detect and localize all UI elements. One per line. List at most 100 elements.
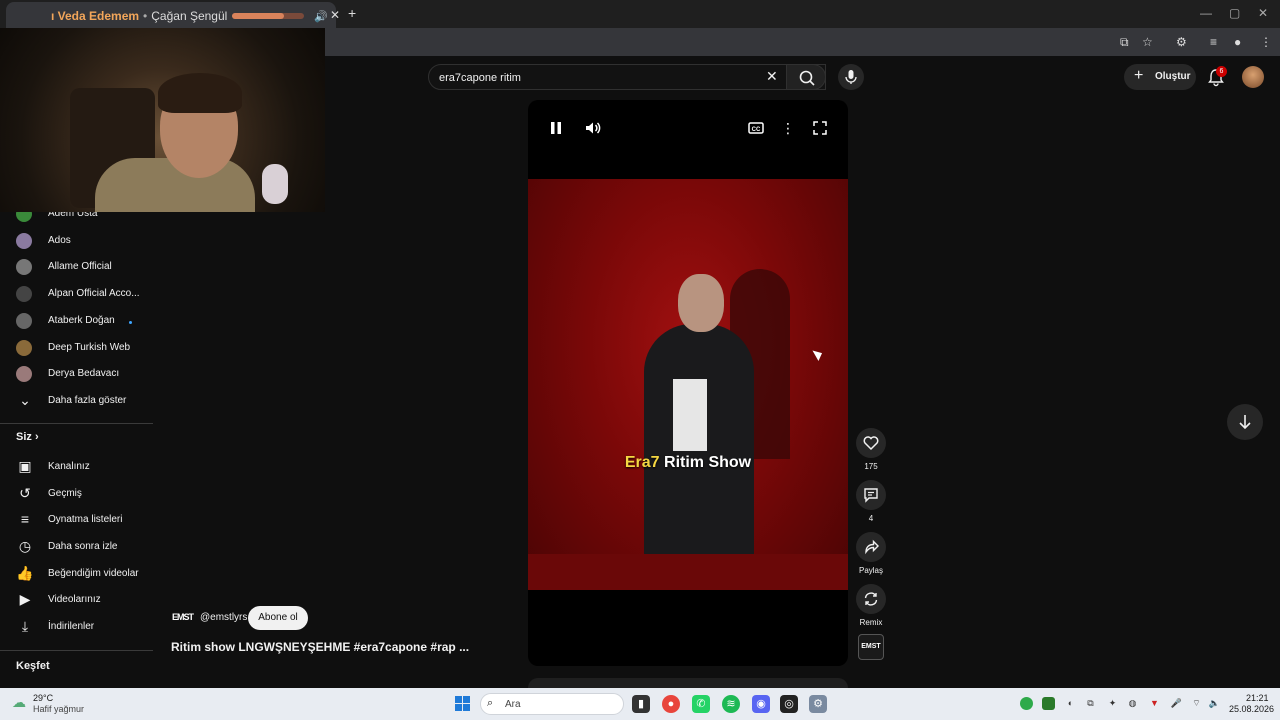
weather-description[interactable]: Hafif yağmur (33, 704, 84, 714)
tray-volume-icon[interactable]: 🔈 (1208, 697, 1221, 710)
comments-button[interactable] (856, 480, 886, 510)
browser-tab-active[interactable]: ı Veda Edemem • Çağan Şengül 🔊 ✕ (6, 2, 340, 28)
sidebar-subscription-item[interactable]: Deep Turkish Web (0, 336, 153, 362)
speaker-icon[interactable]: 🔊 (314, 10, 328, 23)
sidebar-item[interactable]: ▣ Kanalınız (0, 455, 153, 481)
create-label: Oluştur (1155, 71, 1191, 82)
sound-thumbnail[interactable]: EMST (858, 634, 884, 660)
channel-handle[interactable]: @emstlyrs (200, 612, 247, 623)
sidebar-item[interactable]: 👍 Beğendiğim videolar (0, 562, 153, 588)
weather-icon[interactable]: ☁ (12, 694, 30, 710)
closed-captions-icon[interactable]: CC (746, 118, 766, 138)
sidebar-item-label: Oynatma listeleri (48, 514, 123, 526)
clock-date[interactable]: 25.08.2026 (1229, 704, 1274, 714)
spotify-icon[interactable]: ≋ (722, 695, 740, 713)
windows-start-icon[interactable] (455, 696, 471, 712)
tray-app-icon[interactable]: ◐ (1064, 697, 1077, 710)
sidebar-item-label: İndirilenler (48, 621, 95, 633)
next-video-button[interactable] (1227, 404, 1263, 440)
video-frame[interactable]: Era7 Ritim Show (528, 179, 848, 590)
extensions-icon[interactable]: ⚙ (1176, 35, 1187, 49)
weather-temperature[interactable]: 29°C (33, 693, 53, 703)
tray-antivirus-icon[interactable]: ▼ (1148, 697, 1161, 710)
sidebar-item-label: Deep Turkish Web (48, 341, 131, 353)
sidebar-subscription-item[interactable]: Derya Bedavacı (0, 362, 153, 388)
install-app-icon[interactable]: ⧉ (1120, 35, 1129, 50)
channel-logo[interactable]: EMST (172, 612, 194, 626)
settings-icon[interactable]: ⚙ (809, 695, 827, 713)
sidebar-subscription-item[interactable]: Alpan Official Acco... (0, 282, 153, 308)
discord-icon[interactable]: ◉ (752, 695, 770, 713)
sidebar-item[interactable]: ◷ Daha sonra izle (0, 535, 153, 561)
tray-wifi-icon[interactable]: ⌔ (1190, 697, 1203, 710)
browser-menu-icon[interactable]: ⋮ (1260, 35, 1272, 49)
tray-steam-icon[interactable]: ◍ (1126, 697, 1139, 710)
task-view-icon[interactable]: ▮ (632, 695, 650, 713)
window-restore-button[interactable]: ▢ (1229, 6, 1240, 20)
tray-network-app-icon[interactable]: ⧉ (1084, 697, 1097, 710)
window-minimize-button[interactable]: — (1200, 6, 1212, 20)
remix-icon (864, 592, 878, 606)
tab-close-button[interactable]: ✕ (330, 8, 340, 22)
taskbar-search[interactable]: ⌕ Ara (480, 693, 624, 715)
channel-avatar (16, 366, 32, 383)
sidebar-item[interactable]: ⤓ İndirilenler (0, 615, 153, 641)
sidebar-item[interactable]: ▶ Videolarınız (0, 588, 153, 614)
channel-avatar (16, 286, 32, 303)
media-control-icon[interactable]: ≡ (1210, 35, 1217, 49)
remix-label: Remix (859, 618, 883, 627)
profile-icon[interactable]: ● (1234, 35, 1241, 49)
comment-icon (864, 488, 878, 503)
sidebar-subscription-item[interactable]: Ados (0, 229, 153, 255)
next-short-preview[interactable] (528, 678, 848, 688)
person-box-icon: ▣ (18, 457, 32, 474)
sidebar-subscription-item[interactable]: Allame Official (0, 255, 153, 281)
video-title[interactable]: Ritim show LNGWŞNEYŞEHME #era7capone #ra… (171, 640, 469, 654)
show-more-button[interactable]: ⌄ Daha fazla göster (0, 389, 153, 415)
like-button[interactable] (856, 428, 886, 458)
whatsapp-icon[interactable]: ✆ (692, 695, 710, 713)
volume-icon[interactable] (583, 118, 603, 138)
show-more-label: Daha fazla göster (48, 394, 127, 406)
pause-icon[interactable] (546, 118, 566, 138)
subscribe-button[interactable]: Abone ol (248, 606, 308, 630)
obs-icon[interactable]: ◎ (780, 695, 798, 713)
windows-taskbar: ☁ 29°C Hafif yağmur ⌕ Ara ▮ ● ✆ ≋ ◉ ◎ ⚙ … (0, 688, 1280, 720)
playlist-icon: ≡ (20, 511, 30, 528)
window-close-button[interactable]: ✕ (1258, 6, 1268, 20)
clock-time[interactable]: 21:21 (1246, 693, 1269, 703)
chrome-icon[interactable]: ● (662, 695, 680, 713)
sidebar-you-heading[interactable]: Siz › (16, 431, 39, 443)
chevron-right-icon: › (34, 430, 39, 443)
avatar[interactable] (1242, 66, 1264, 88)
voice-search-button[interactable] (838, 64, 864, 90)
sidebar-item[interactable]: ≡ Oynatma listeleri (0, 508, 153, 534)
clear-search-icon[interactable]: ✕ (766, 68, 778, 85)
thumbs-up-icon: 👍 (16, 564, 34, 581)
chevron-down-icon: ⌄ (19, 391, 31, 408)
create-button[interactable]: + Oluştur (1124, 64, 1196, 90)
sidebar-item-label: Videolarınız (48, 594, 101, 606)
tab-media-progress (232, 13, 304, 19)
tray-mic-icon[interactable]: 🎤 (1170, 697, 1183, 710)
clock-icon: ◷ (18, 538, 32, 554)
tray-nvidia-icon[interactable] (1042, 697, 1055, 710)
shorts-player[interactable]: Era7 Ritim Show CC ⋮ (528, 100, 848, 666)
fullscreen-icon[interactable] (810, 118, 830, 138)
search-input[interactable] (439, 69, 759, 87)
new-tab-button[interactable]: + (348, 5, 356, 21)
video-icon: ▶ (19, 591, 31, 608)
bookmark-star-icon[interactable]: ☆ (1142, 35, 1153, 49)
more-options-icon[interactable]: ⋮ (778, 118, 798, 138)
sidebar-item-label: Derya Bedavacı (48, 368, 120, 380)
share-button[interactable] (856, 532, 886, 562)
remix-button[interactable] (856, 584, 886, 614)
tray-bluetooth-icon[interactable]: ✦ (1106, 697, 1119, 710)
sidebar-divider (0, 649, 153, 651)
sidebar-item[interactable]: ↺ Geçmiş (0, 482, 153, 508)
search-button[interactable] (786, 64, 826, 90)
video-performer-shirt (673, 379, 707, 451)
tab-title-artist: Çağan Şengül (151, 9, 228, 23)
tray-spotify-icon[interactable] (1020, 697, 1033, 710)
sidebar-subscription-item[interactable]: Ataberk Doğan (0, 309, 153, 335)
